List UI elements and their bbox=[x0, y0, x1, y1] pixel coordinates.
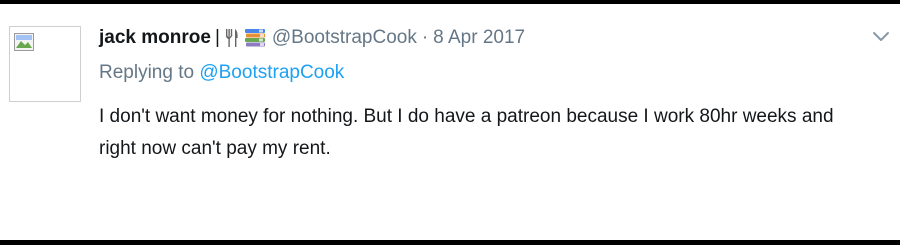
author-name[interactable]: jack monroe bbox=[99, 27, 211, 49]
replying-to-label: Replying to bbox=[99, 62, 195, 83]
tweet-date[interactable]: 8 Apr 2017 bbox=[433, 27, 525, 49]
avatar[interactable] bbox=[9, 26, 81, 102]
tweet-card: jack monroe | @BootstrapCook · 8 Apr 201… bbox=[0, 4, 900, 240]
replying-to-handle[interactable]: @BootstrapCook bbox=[199, 62, 344, 83]
meta-dot: · bbox=[421, 27, 429, 48]
fork-and-knife-icon bbox=[225, 28, 239, 48]
replying-to: Replying to @BootstrapCook bbox=[99, 62, 344, 84]
tweet-text: I don't want money for nothing. But I do… bbox=[99, 106, 834, 159]
chevron-down-icon[interactable] bbox=[871, 30, 891, 44]
name-separator: | bbox=[214, 27, 220, 48]
books-icon bbox=[244, 28, 266, 48]
author-handle[interactable]: @BootstrapCook bbox=[272, 27, 417, 49]
tweet-header: jack monroe | @BootstrapCook · 8 Apr 201… bbox=[99, 24, 525, 52]
broken-image-icon bbox=[14, 33, 34, 51]
